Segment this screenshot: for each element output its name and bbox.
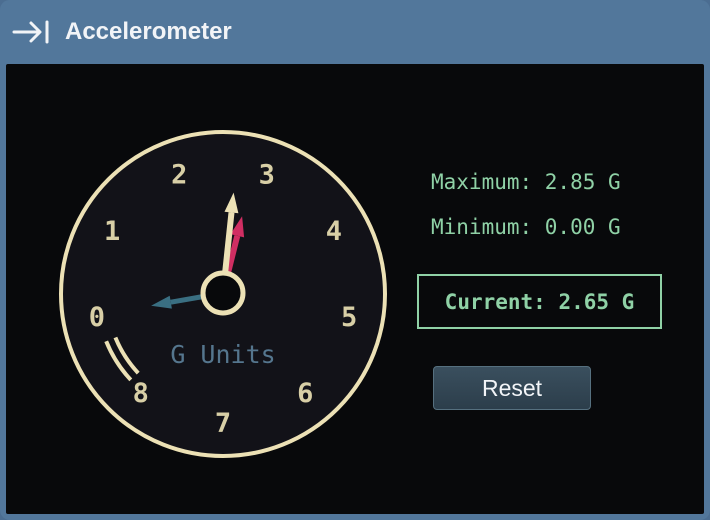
- gauge-number-4: 4: [326, 216, 342, 247]
- gauge-number-0: 0: [89, 302, 105, 333]
- accelerometer-window: Accelerometer 0 1 2 3 4 5 6 7 8 G Units Maximum:…: [0, 0, 710, 520]
- gauge-number-3: 3: [259, 160, 275, 191]
- g-force-gauge: 0 1 2 3 4 5 6 7 8 G Units: [59, 130, 387, 458]
- current-reading-box: Current: 2.65 G: [417, 274, 662, 329]
- gauge-number-6: 6: [297, 378, 313, 409]
- minimum-reading: Minimum: 0.00 G: [431, 215, 621, 239]
- gauge-number-8: 8: [133, 378, 149, 409]
- collapse-right-arrow-icon[interactable]: [12, 18, 52, 46]
- gauge-number-5: 5: [341, 302, 357, 333]
- gauge-hub: [200, 270, 246, 316]
- accelerometer-panel: 0 1 2 3 4 5 6 7 8 G Units Maximum: 2.85 G Minimu…: [6, 64, 704, 514]
- gauge-number-7: 7: [215, 408, 231, 439]
- maximum-reading: Maximum: 2.85 G: [431, 170, 621, 194]
- window-title: Accelerometer: [65, 18, 232, 45]
- reset-button[interactable]: Reset: [433, 366, 591, 410]
- gauge-number-1: 1: [104, 216, 120, 247]
- title-bar[interactable]: Accelerometer: [0, 0, 710, 64]
- current-reading: Current: 2.65 G: [444, 289, 635, 314]
- gauge-unit-label: G Units: [170, 340, 275, 369]
- gauge-number-2: 2: [171, 160, 187, 191]
